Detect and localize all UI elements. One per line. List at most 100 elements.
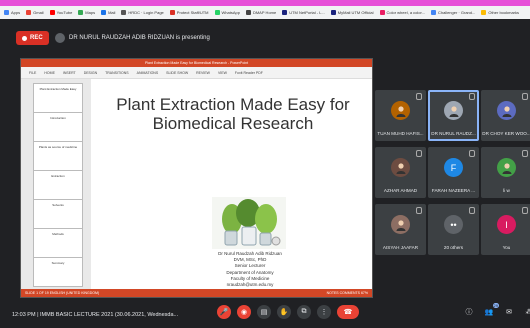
bookmark-item[interactable]: Apps — [4, 10, 20, 15]
bookmark-favicon-icon — [78, 10, 84, 15]
bookmark-label: YouTube — [56, 10, 73, 15]
participant-name: TUAN MUHD HAFIS... — [377, 131, 424, 136]
bookmark-favicon-icon — [245, 10, 251, 15]
ribbon-tab[interactable]: FILE — [29, 71, 36, 75]
participant-tile[interactable]: li w — [481, 147, 530, 198]
slide-thumbnail[interactable]: 7Summary — [33, 257, 83, 287]
bookmark-item[interactable]: HRDC · Login Page — [121, 10, 164, 15]
slide-thumbnail[interactable]: 3Plants as source of medicine — [33, 141, 83, 171]
bookmarks-bar: Apps Gmail YouTube Maps Mail HRDC · Login Pag… — [0, 6, 530, 19]
activities-icon[interactable]: ⁂ — [522, 305, 530, 319]
thumbnail-text: Methods — [52, 232, 64, 236]
bookmark-label: DMAP Home — [252, 10, 277, 15]
mic-muted-icon — [469, 93, 475, 100]
participant-avatar — [444, 101, 463, 120]
side-controls: ⓘ 👥29 ✉ ⁂ — [462, 303, 530, 319]
participant-name: 20 others — [443, 245, 464, 250]
presenter-text: DR NURUL RAUDZAH ADIB RIDZUAN is present… — [69, 35, 210, 41]
ribbon-tab[interactable]: Foxit Reader PDF — [235, 71, 263, 75]
participant-tile[interactable]: AZHAR AHMAD — [375, 147, 426, 198]
ribbon-tab[interactable]: VIEW — [218, 71, 227, 75]
ribbon-tab[interactable]: SLIDE SHOW — [166, 71, 188, 75]
bookmark-label: Maps — [85, 10, 96, 15]
bookmark-item[interactable]: MyMail UTM Official — [330, 10, 374, 15]
recording-badge: REC — [16, 31, 49, 45]
bookmark-favicon-icon — [330, 10, 336, 15]
bookmark-item[interactable]: Maps — [78, 10, 95, 15]
ribbon-tab[interactable]: DESIGN — [84, 71, 97, 75]
raise-hand-icon[interactable]: ✋ — [277, 305, 291, 319]
participant-tile[interactable]: DR NURUL RAUDZ... — [428, 90, 479, 141]
bookmark-favicon-icon — [481, 10, 487, 15]
bookmark-item[interactable]: Mail — [101, 10, 115, 15]
bookmark-item[interactable]: WhatsApp — [214, 10, 240, 15]
chat-icon[interactable]: ✉ — [502, 305, 516, 319]
bookmark-label: Protect Staff/UTM — [176, 10, 209, 15]
participant-tile[interactable]: AISYAH JAAFAR — [375, 204, 426, 255]
bookmark-favicon-icon — [101, 10, 107, 15]
people-icon[interactable]: 👥 29 — [482, 303, 499, 319]
mic-muted-icon — [416, 93, 422, 100]
thumbnail-text: Extraction — [51, 174, 65, 178]
meeting-details-icon[interactable]: ⓘ — [462, 305, 476, 319]
bookmark-favicon-icon — [379, 10, 385, 15]
participant-tile[interactable]: F FARAH NAZEERA ... — [428, 147, 479, 198]
slide-thumbnail[interactable]: 6Methods — [33, 228, 83, 258]
ribbon-tab[interactable]: TRANSITIONS — [105, 71, 129, 75]
ppt-status-right: NOTES COMMENTS 67% — [326, 291, 368, 295]
bookmark-favicon-icon — [214, 10, 220, 15]
thumbnail-text: Solvents — [52, 203, 64, 207]
bookmark-item[interactable]: UTM NetPortal - L... — [282, 10, 325, 15]
bookmark-item[interactable]: Other bookmarks — [481, 10, 519, 15]
ppt-ribbon: FILE HOME INSERT DESIGN TRANSITIONS ANIMATION… — [21, 67, 372, 79]
participant-name: AISYAH JAAFAR — [382, 245, 419, 250]
slide-thumbnail[interactable]: 1Plant Extraction Made Easy — [33, 83, 83, 113]
thumbnail-text: Plant Extraction Made Easy — [39, 87, 77, 91]
participant-avatar — [391, 158, 410, 177]
participant-avatar — [391, 101, 410, 120]
presenting-banner: DR NURUL RAUDZAH ADIB RIDZUAN is present… — [55, 31, 210, 45]
more-options-icon[interactable]: ⋮ — [317, 305, 331, 319]
ribbon-tab[interactable]: HOME — [44, 71, 55, 75]
present-screen-icon[interactable]: ⧉ — [297, 305, 311, 319]
slide-thumbnail[interactable]: 2Introduction — [33, 112, 83, 142]
participant-tile[interactable]: •• 20 others — [428, 204, 479, 255]
camera-off-icon[interactable]: ◉ — [237, 305, 251, 319]
participant-avatar — [497, 158, 516, 177]
leave-call-icon[interactable]: ☎ — [337, 305, 359, 319]
bookmark-item[interactable]: Protect Staff/UTM — [169, 10, 209, 15]
participant-tile[interactable]: DR CHOY KER WOO... — [481, 90, 530, 141]
author-line: nraudzah@utm.edu.my — [226, 282, 274, 288]
participant-avatar — [391, 215, 410, 234]
current-slide: Plant Extraction Made Easy for Biomedica… — [96, 79, 370, 289]
ribbon-tab[interactable]: INSERT — [63, 71, 76, 75]
participant-name: DR CHOY KER WOO... — [482, 131, 530, 136]
mic-off-icon[interactable]: 🎤 — [217, 305, 231, 319]
bookmark-item[interactable]: YouTube — [49, 10, 73, 15]
bookmark-favicon-icon — [26, 10, 32, 15]
bookmark-label: Other bookmarks — [488, 10, 520, 15]
bookmark-item[interactable]: Color wheel, a color... — [379, 10, 425, 15]
participant-tile[interactable]: TUAN MUHD HAFIS... — [375, 90, 426, 141]
participant-tile[interactable]: I You — [481, 204, 530, 255]
thumbnail-text: Introduction — [50, 116, 66, 120]
ribbon-tab[interactable]: ANIMATIONS — [137, 71, 159, 75]
bookmark-item[interactable]: Challenger · Grand... — [430, 10, 476, 15]
bookmark-label: WhatsApp — [221, 10, 240, 15]
slide-author-info: Dr Nurul Raudzah Adib Ridzuan DVM, MSc, P… — [186, 251, 314, 288]
bookmark-item[interactable]: Gmail — [26, 10, 44, 15]
record-icon — [22, 35, 27, 41]
thumbnail-text: Summary — [51, 261, 65, 265]
bookmark-label: HRDC · Login Page — [128, 10, 164, 15]
slide-thumbnail[interactable]: 4Extraction — [33, 170, 83, 200]
bookmark-item[interactable]: DMAP Home — [245, 10, 277, 15]
bookmark-label: Challenger · Grand... — [437, 10, 476, 15]
meeting-info: 12:03 PM | IMMB BASIC LECTURE 2021 (30.0… — [12, 312, 179, 318]
participant-name: FARAH NAZEERA ... — [431, 188, 476, 193]
mic-muted-icon — [522, 150, 528, 157]
call-controls: 🎤 ◉ ▤ ✋ ⧉ ⋮ ☎ — [217, 305, 359, 319]
captions-icon[interactable]: ▤ — [257, 305, 271, 319]
mic-muted-icon — [416, 150, 422, 157]
ribbon-tab[interactable]: REVIEW — [196, 71, 210, 75]
slide-thumbnail[interactable]: 5Solvents — [33, 199, 83, 229]
